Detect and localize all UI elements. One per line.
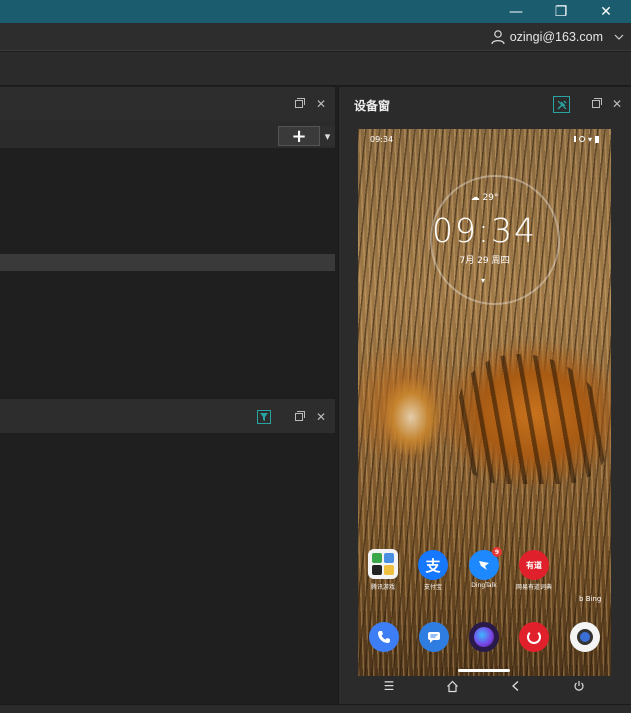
dingtalk-icon (479, 561, 489, 570)
app-music[interactable] (519, 622, 549, 652)
tiger-stripes (458, 354, 608, 484)
account-menu[interactable]: ozingi@163.com (490, 27, 625, 47)
alipay-icon: 支 (425, 556, 441, 575)
bing-label: Bing (585, 595, 602, 603)
signal-icon (569, 136, 576, 142)
lock-clock: 09:34 (431, 211, 538, 250)
power-icon[interactable] (573, 680, 585, 692)
close-panel-icon[interactable]: ✕ (314, 97, 328, 111)
message-icon (428, 632, 440, 643)
app-phone[interactable] (369, 622, 399, 652)
top-panel-header: ✕ (0, 87, 335, 121)
app-messages[interactable] (419, 622, 449, 652)
back-icon[interactable] (510, 680, 522, 692)
bing-icon: b (579, 595, 584, 603)
home-indicator[interactable] (458, 669, 510, 672)
restore-button[interactable]: ❐ (538, 0, 584, 23)
lock-date: 7月 29 周四 (459, 256, 510, 266)
alarm-icon (578, 136, 585, 142)
window-title-bar: — ❐ ✕ (0, 0, 631, 23)
lock-indicator-icon: ▾ (481, 276, 486, 285)
status-time: 09:34 (370, 134, 394, 144)
app-label: 支付宝 (423, 584, 442, 591)
toolbar (0, 52, 631, 86)
account-email: ozingi@163.com (509, 30, 603, 44)
bing-watermark: b Bing (579, 595, 601, 603)
selected-row[interactable] (0, 254, 335, 271)
phone-icon (378, 631, 390, 643)
weather-temp: 29° (482, 193, 499, 203)
music-icon (527, 630, 541, 644)
app-youdao[interactable]: 有道 (519, 550, 549, 580)
app-tencent-games[interactable] (368, 549, 398, 579)
phone-status-bar: 09:34 ▾ (358, 129, 611, 149)
phone-screen[interactable]: 09:34 ▾ ☁ 29° 09:34 7月 29 周四 ▾ 腾讯游戏 支 支付… (358, 129, 611, 676)
filter-icon[interactable] (257, 410, 271, 424)
home-icon[interactable] (446, 680, 459, 693)
float-panel-icon[interactable] (292, 97, 306, 111)
app-alipay[interactable]: 支 (418, 550, 448, 580)
user-icon (491, 30, 505, 45)
float-panel-icon[interactable] (292, 410, 306, 424)
weather: ☁ 29° (358, 193, 611, 203)
status-strip (0, 704, 631, 713)
app-label: 网易有道词典 (515, 584, 552, 591)
account-bar: ozingi@163.com (0, 23, 631, 51)
top-panel: ✕ + ▾ (0, 87, 335, 392)
device-nav-bar: ☰ (358, 676, 611, 696)
folder-icon (372, 553, 394, 575)
browser-icon (474, 627, 494, 647)
app-dingtalk[interactable]: 9 (469, 547, 502, 580)
battery-icon (595, 135, 599, 143)
cloud-icon: ☁ (470, 193, 483, 203)
app-label: 腾讯游戏 (370, 584, 395, 591)
chevron-down-icon (614, 34, 624, 40)
minimize-button[interactable]: — (493, 0, 539, 23)
app-browser[interactable] (469, 622, 499, 652)
close-button[interactable]: ✕ (583, 0, 629, 23)
close-panel-icon[interactable]: ✕ (314, 410, 328, 424)
wifi-icon: ▾ (587, 134, 592, 144)
tools-icon[interactable] (553, 96, 570, 113)
bottom-panel-header: ✕ (0, 399, 335, 433)
close-panel-icon[interactable]: ✕ (610, 97, 624, 111)
device-window-title: 设备窗 (354, 99, 391, 113)
float-panel-icon[interactable] (589, 97, 603, 111)
youdao-icon: 有道 (526, 560, 542, 570)
menu-icon[interactable]: ☰ (384, 679, 395, 693)
add-dropdown-icon[interactable]: ▾ (320, 126, 335, 146)
bottom-panel: ✕ (0, 399, 335, 703)
camera-icon (577, 629, 593, 645)
app-label: DingTalk (471, 582, 497, 589)
top-panel-toolbar: + ▾ (0, 121, 335, 148)
notification-badge: 9 (492, 547, 502, 557)
add-button[interactable]: + (278, 126, 320, 147)
app-camera[interactable] (570, 622, 600, 652)
tiger-wallpaper (372, 347, 450, 467)
